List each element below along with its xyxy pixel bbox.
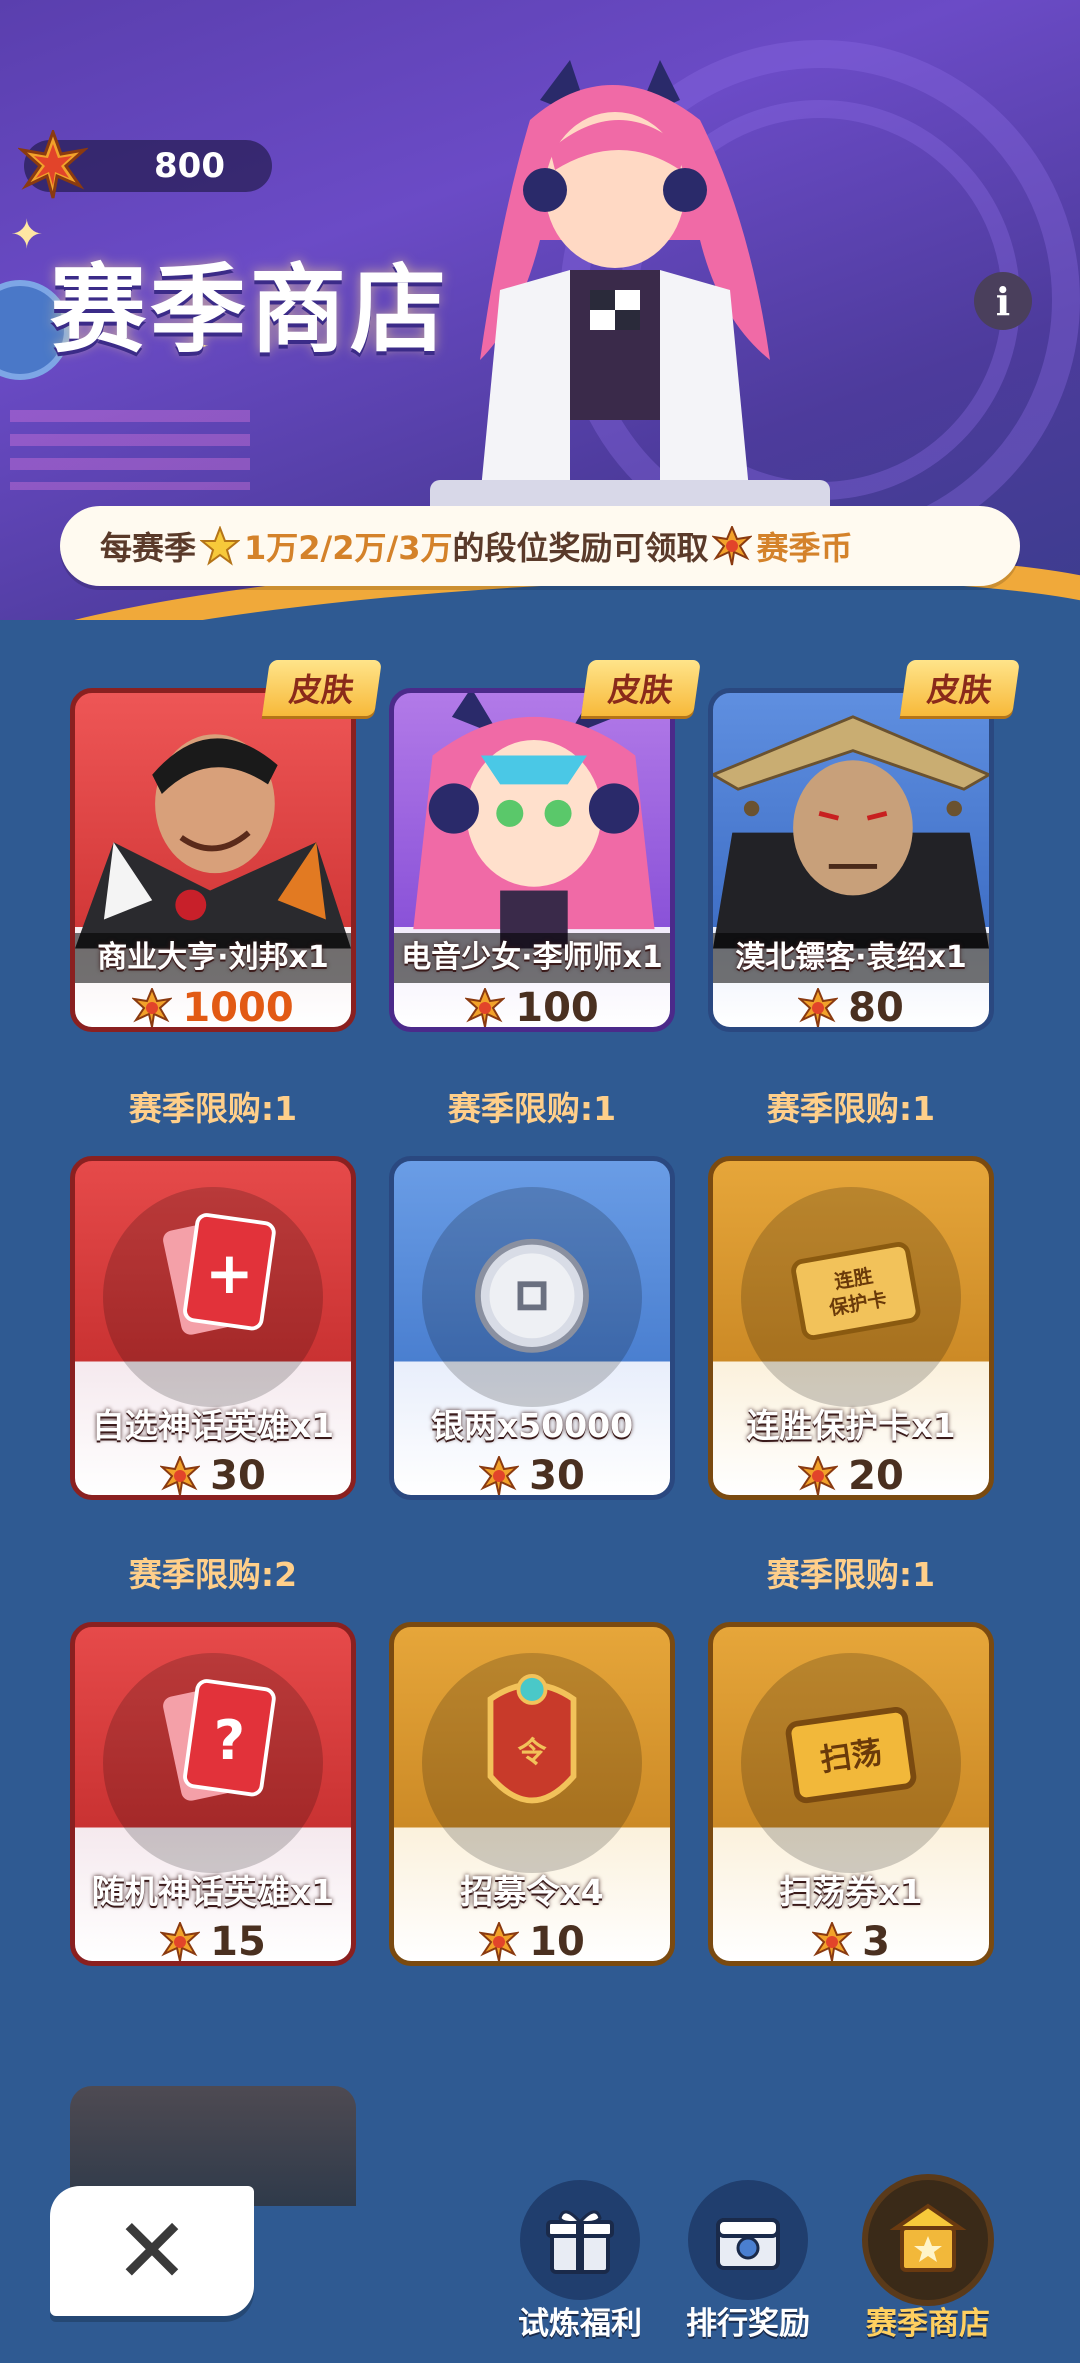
- item-price: 1000: [75, 983, 351, 1031]
- season-coin-icon: [465, 988, 506, 1027]
- currency-balance: 800: [18, 130, 272, 199]
- rank-star-icon: [200, 526, 241, 566]
- shop-item-card[interactable]: 连胜 保护卡 连胜保护卡x1 20: [708, 1156, 994, 1500]
- purchase-limit-label: 赛季限购:1: [766, 1089, 936, 1128]
- item-price-value: 20: [848, 1453, 904, 1499]
- item-price-value: 30: [210, 1453, 266, 1499]
- season-coin-icon: [132, 988, 173, 1027]
- currency-amount: 800: [154, 146, 225, 186]
- item-price: 80: [713, 983, 989, 1031]
- item-price-value: 30: [529, 1453, 585, 1499]
- season-coin-icon: [479, 1456, 520, 1495]
- close-button[interactable]: ✕: [50, 2186, 254, 2316]
- item-price-value: 15: [210, 1919, 266, 1965]
- shop-item-card[interactable]: ? 随机神话英雄x1 15: [70, 1622, 356, 1966]
- season-coin-icon: [18, 130, 88, 199]
- banner-tiers: 1万2/2万/3万: [244, 529, 453, 567]
- season-coin-icon: [712, 526, 753, 566]
- shop-item-card[interactable]: 扫荡 扫荡券x1 3: [708, 1622, 994, 1966]
- shop-item-card[interactable]: + 自选神话英雄x1 30: [70, 1156, 356, 1500]
- tab-trial-rewards[interactable]: 试炼福利: [500, 2180, 660, 2342]
- item-price: 10: [394, 1917, 670, 1965]
- tab-season-shop[interactable]: 赛季商店: [848, 2180, 1008, 2342]
- item-price-value: 1000: [182, 985, 294, 1031]
- item-name: 招募令x4: [460, 1872, 604, 1911]
- tab-ranking-rewards[interactable]: 排行奖励: [668, 2180, 828, 2342]
- chest-icon: [688, 2180, 808, 2300]
- shop-item-card[interactable]: 银两x50000 30: [389, 1156, 675, 1500]
- item-name: 连胜保护卡x1: [746, 1406, 956, 1445]
- season-coin-icon: [160, 1922, 201, 1961]
- tab-label: 排行奖励: [686, 2306, 810, 2342]
- item-price: 30: [394, 1451, 670, 1499]
- gift-icon: [520, 2180, 640, 2300]
- purchase-limit-label: 赛季限购:2: [128, 1555, 298, 1594]
- item-name: 电音少女·李师师x1: [394, 933, 670, 983]
- random-hero-card-icon: ?: [163, 1679, 276, 1801]
- info-button[interactable]: i: [974, 272, 1032, 330]
- item-name: 漠北镖客·袁绍x1: [713, 933, 989, 983]
- close-icon: ✕: [114, 2198, 190, 2304]
- item-name: 自选神话英雄x1: [91, 1406, 335, 1445]
- item-price: 3: [713, 1917, 989, 1965]
- purchase-limit-label: 赛季限购:1: [447, 1089, 617, 1128]
- item-price-value: 3: [862, 1919, 890, 1965]
- skin-liubang-tycoon-image: [75, 734, 351, 949]
- shop-header: 800 ✦ ✦ 赛季商店 i 每赛季 1万2/2万/3万 的段位奖励可领取 赛季…: [0, 0, 1080, 620]
- svg-text:令: 令: [518, 1735, 548, 1769]
- win-streak-protection-card-icon: 连胜 保护卡: [791, 1242, 921, 1340]
- shop-item-card[interactable]: 令 招募令x4 10: [389, 1622, 675, 1966]
- item-name: 扫荡券x1: [779, 1872, 923, 1911]
- season-coin-icon: [798, 1456, 839, 1495]
- hero-select-card-icon: +: [163, 1213, 276, 1335]
- item-price-value: 100: [515, 985, 599, 1031]
- sweep-ticket-icon: 扫荡: [785, 1707, 917, 1804]
- skin-yuanshao-escort-image: [713, 715, 989, 949]
- skin-tag-badge: 皮肤: [900, 660, 1020, 716]
- silver-coin-icon: [475, 1238, 589, 1353]
- shop-item-card[interactable]: 商业大亨·刘邦x1 1000: [70, 688, 356, 1032]
- item-name: 随机神话英雄x1: [91, 1872, 335, 1911]
- header-stripes-decoration: [10, 410, 250, 490]
- season-coin-icon: [479, 1922, 520, 1961]
- shop-icon: [868, 2180, 988, 2300]
- banner-currency-name: 赛季币: [756, 529, 853, 567]
- item-price: 15: [75, 1917, 351, 1965]
- season-reward-banner: 每赛季 1万2/2万/3万 的段位奖励可领取 赛季币: [60, 506, 1020, 586]
- shop-item-card[interactable]: 漠北镖客·袁绍x1 80: [708, 688, 994, 1032]
- svg-text:?: ?: [214, 1709, 245, 1772]
- season-coin-icon: [160, 1456, 201, 1495]
- recruit-order-token-icon: 令: [487, 1674, 577, 1804]
- skin-tag-badge: 皮肤: [581, 660, 701, 716]
- sparkle-icon: ✦: [10, 212, 44, 258]
- banner-middle: 的段位奖励可领取: [452, 529, 709, 567]
- purchase-limit-label: 赛季限购:1: [128, 1089, 298, 1128]
- skin-lishishi-dj-image: [413, 693, 655, 949]
- item-name: 银两x50000: [430, 1406, 634, 1445]
- season-coin-icon: [812, 1922, 853, 1961]
- banner-prefix: 每赛季: [100, 529, 197, 567]
- item-price-value: 10: [529, 1919, 585, 1965]
- svg-text:+: +: [205, 1239, 254, 1307]
- skin-tag-badge: 皮肤: [262, 660, 382, 716]
- item-price-value: 80: [848, 985, 904, 1031]
- item-name: 商业大亨·刘邦x1: [75, 933, 351, 983]
- shop-item-card[interactable]: 电音少女·李师师x1 100: [389, 688, 675, 1032]
- item-price: 20: [713, 1451, 989, 1499]
- tab-label: 赛季商店: [866, 2306, 990, 2342]
- purchase-limit-label: 赛季限购:1: [766, 1555, 936, 1594]
- item-price: 30: [75, 1451, 351, 1499]
- item-price: 100: [394, 983, 670, 1031]
- page-title: 赛季商店: [50, 253, 450, 366]
- season-coin-icon: [798, 988, 839, 1027]
- mascot-dj-character-image: [430, 60, 830, 520]
